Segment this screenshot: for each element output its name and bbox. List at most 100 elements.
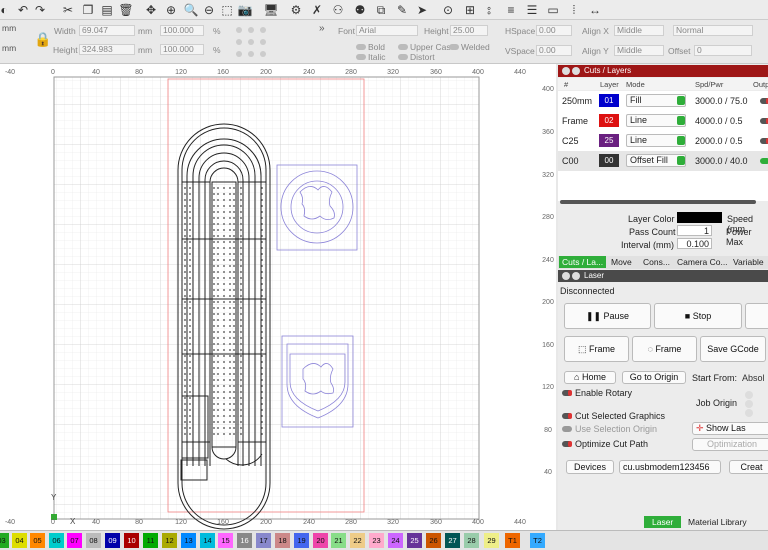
palette-swatch[interactable]: T1 bbox=[505, 533, 520, 548]
move-icon[interactable]: ✥ bbox=[143, 2, 159, 18]
palette-swatch[interactable]: 06 bbox=[49, 533, 64, 548]
palette-swatch[interactable]: 20 bbox=[313, 533, 328, 548]
palette-swatch[interactable]: 15 bbox=[218, 533, 233, 548]
space-h-icon[interactable]: ⦙ bbox=[566, 2, 582, 18]
cut-row[interactable]: C00 00 Offset Fill 3000.0 / 40.0 bbox=[558, 151, 768, 171]
interval-input[interactable]: 0.100 bbox=[677, 238, 712, 249]
tab-cuts[interactable]: Cuts / La... bbox=[559, 256, 607, 268]
rotary-toggle[interactable] bbox=[562, 390, 572, 396]
palette-swatch[interactable]: 03 bbox=[0, 533, 9, 548]
laser-close-icon[interactable] bbox=[562, 272, 570, 280]
palette-swatch[interactable]: 09 bbox=[105, 533, 120, 548]
welded-toggle[interactable] bbox=[449, 44, 459, 50]
alignx-select[interactable]: Middle bbox=[614, 25, 664, 36]
palette-swatch[interactable]: 17 bbox=[256, 533, 271, 548]
palette-swatch[interactable]: 29 bbox=[484, 533, 499, 548]
camera-icon[interactable]: 📷 bbox=[237, 2, 253, 18]
palette-swatch[interactable]: 13 bbox=[181, 533, 196, 548]
port-select[interactable]: cu.usbmodem123456 bbox=[619, 460, 721, 474]
home-button[interactable]: ⌂ Home bbox=[564, 371, 616, 384]
palette-swatch[interactable]: 05 bbox=[30, 533, 45, 548]
send-icon[interactable]: ➤ bbox=[414, 2, 430, 18]
distort-toggle[interactable] bbox=[398, 54, 408, 60]
pause-button[interactable]: ❚❚ Pause bbox=[564, 303, 651, 329]
cuts-scrollbar[interactable] bbox=[560, 200, 756, 204]
tab-laser[interactable]: Laser bbox=[644, 516, 682, 528]
output-toggle[interactable] bbox=[760, 138, 768, 144]
panel-float-icon[interactable] bbox=[572, 67, 580, 75]
vspace-input[interactable]: 0.00 bbox=[536, 45, 572, 56]
zoom-fit-icon[interactable]: ⬚ bbox=[219, 2, 235, 18]
palette-swatch[interactable]: 22 bbox=[350, 533, 365, 548]
layers-icon[interactable]: ⧉ bbox=[373, 2, 389, 18]
palette-swatch[interactable]: 27 bbox=[445, 533, 460, 548]
delete-icon[interactable]: 🗑 bbox=[118, 2, 134, 18]
height-input[interactable]: 324.983 bbox=[79, 44, 135, 55]
palette-swatch[interactable]: 10 bbox=[124, 533, 139, 548]
palette-swatch[interactable]: 07 bbox=[67, 533, 82, 548]
frame-rect-button[interactable]: ⬚ Frame bbox=[564, 336, 629, 362]
pass-count-input[interactable]: 1 bbox=[677, 225, 712, 236]
create-button[interactable]: Creat bbox=[729, 460, 768, 474]
palette-swatch[interactable]: 08 bbox=[86, 533, 101, 548]
scale-y-input[interactable]: 100.000 bbox=[160, 44, 204, 55]
laser-float-icon[interactable] bbox=[572, 272, 580, 280]
copy-icon[interactable]: ❐ bbox=[80, 2, 96, 18]
redo-icon[interactable]: ↷ bbox=[32, 2, 48, 18]
palette-swatch[interactable]: 14 bbox=[200, 533, 215, 548]
tab-console[interactable]: Cons... bbox=[640, 256, 673, 268]
palette-swatch[interactable]: 04 bbox=[12, 533, 27, 548]
palette-swatch[interactable]: 16 bbox=[237, 533, 252, 548]
tab-move[interactable]: Move bbox=[608, 256, 635, 268]
palette-swatch[interactable]: 25 bbox=[407, 533, 422, 548]
output-toggle[interactable] bbox=[760, 98, 768, 104]
cut-row[interactable]: 250mm 01 Fill 3000.0 / 75.0 bbox=[558, 91, 768, 111]
tab-variable[interactable]: Variable bbox=[730, 256, 767, 268]
width-input[interactable]: 69.047 bbox=[79, 25, 135, 36]
optimization-button[interactable]: Optimization bbox=[692, 438, 768, 451]
undo-icon[interactable]: ↶ bbox=[15, 2, 31, 18]
design-canvas[interactable]: Y X -40 0 40 80 120 160 200 240 280 320 360 400 440 … bbox=[0, 64, 556, 530]
palette-swatch[interactable]: 18 bbox=[275, 533, 290, 548]
scale-x-input[interactable]: 100.000 bbox=[160, 25, 204, 36]
paste-icon[interactable]: ▤ bbox=[99, 2, 115, 18]
cut-row[interactable]: Frame 02 Line 4000.0 / 0.5 bbox=[558, 111, 768, 131]
mode-dropdown-icon[interactable] bbox=[677, 116, 685, 125]
hspace-input[interactable]: 0.00 bbox=[536, 25, 572, 36]
users-icon[interactable]: ⚇ bbox=[330, 2, 346, 18]
group-icon[interactable]: ⚉ bbox=[352, 2, 368, 18]
text-height-input[interactable]: 25.00 bbox=[450, 25, 488, 36]
palette-swatch[interactable]: 11 bbox=[143, 533, 158, 548]
tab-material-library[interactable]: Material Library bbox=[684, 516, 751, 528]
draw-icon[interactable]: ✎ bbox=[394, 2, 410, 18]
start-from-select[interactable]: Absol bbox=[742, 373, 765, 383]
tools-icon[interactable]: ✗ bbox=[309, 2, 325, 18]
tab-camera[interactable]: Camera Co... bbox=[674, 256, 731, 268]
palette-swatch[interactable]: 23 bbox=[369, 533, 384, 548]
lock-icon[interactable]: 🔒 bbox=[34, 31, 51, 48]
cut-row[interactable]: C25 25 Line 2000.0 / 0.5 bbox=[558, 131, 768, 151]
output-toggle[interactable] bbox=[760, 158, 768, 164]
align-icon[interactable]: ⊞ bbox=[462, 2, 478, 18]
open-icon[interactable]: ◐ bbox=[0, 2, 12, 18]
layer-color-swatch[interactable] bbox=[677, 212, 722, 223]
stop-button[interactable]: ■ Stop bbox=[654, 303, 742, 329]
palette-swatch[interactable]: 28 bbox=[464, 533, 479, 548]
canvas-svg[interactable]: Y X -40 0 40 80 120 160 200 240 280 320 360 400 440 … bbox=[0, 64, 556, 530]
expand-toggle[interactable]: » bbox=[319, 23, 325, 34]
anchor-grid[interactable] bbox=[234, 25, 268, 59]
zoom-in-icon[interactable]: 🔍 bbox=[183, 2, 199, 18]
job-origin-grid[interactable] bbox=[743, 390, 755, 418]
align-middle-icon[interactable]: ☰ bbox=[524, 2, 540, 18]
mode-dropdown-icon[interactable] bbox=[677, 96, 685, 105]
offset-input[interactable]: 0 bbox=[694, 45, 752, 56]
space-v-icon[interactable]: ↔ bbox=[587, 2, 603, 18]
target-icon[interactable]: ⊙ bbox=[440, 2, 456, 18]
palette-swatch[interactable]: 19 bbox=[294, 533, 309, 548]
go-origin-button[interactable]: Go to Origin bbox=[622, 371, 686, 384]
italic-toggle[interactable] bbox=[356, 54, 366, 60]
distribute-icon[interactable]: ⦂ bbox=[481, 2, 497, 18]
devices-button[interactable]: Devices bbox=[566, 460, 614, 474]
settings-icon[interactable]: ⚙ bbox=[288, 2, 304, 18]
frame-circle-button[interactable]: ◌ Frame bbox=[632, 336, 697, 362]
